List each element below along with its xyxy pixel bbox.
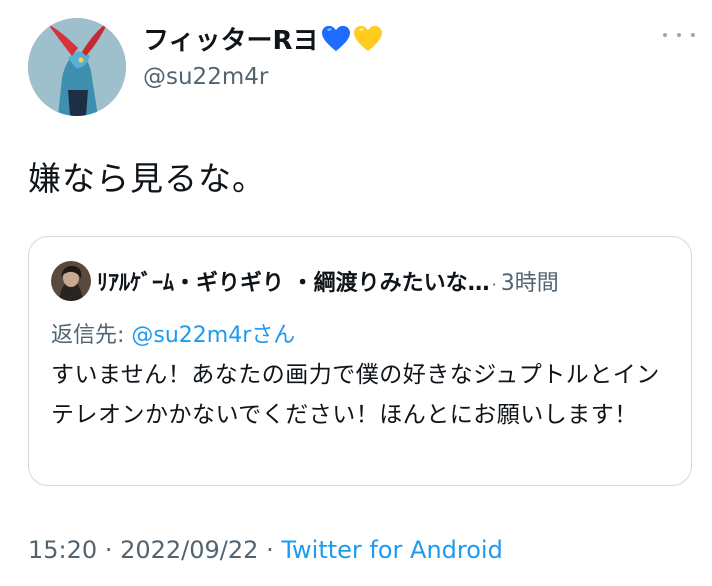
tweet-date[interactable]: 2022/09/22 <box>120 536 258 564</box>
reply-prefix: 返信先: <box>51 323 132 348</box>
quoted-tweet-header: ﾘｱﾙｹﾞｰﾑ・ギりギり ・綱渡りみたいな… · 3時間 <box>97 265 677 297</box>
tweet-source-link[interactable]: Twitter for Android <box>281 536 502 564</box>
yellow-heart-icon <box>353 25 382 51</box>
author-display-name[interactable]: フィッターRヨ <box>143 20 383 57</box>
quoted-tweet-text: すいません！あなたの画力で僕の好きなジュプトルとインテレオンかかないでください！… <box>51 362 660 428</box>
display-name-text: フィッターRヨ <box>143 26 319 56</box>
reply-context: 返信先: @su22m4rさん <box>51 317 295 349</box>
reply-mention-link[interactable]: @su22m4r <box>131 323 251 348</box>
quoted-author-avatar <box>51 261 91 301</box>
quoted-tweet[interactable]: ﾘｱﾙｹﾞｰﾑ・ギりギり ・綱渡りみたいな… · 3時間 返信先: @su22m… <box>28 236 692 486</box>
blue-heart-icon <box>321 25 350 51</box>
more-options-icon[interactable] <box>663 24 695 46</box>
quoted-tweet-time[interactable]: 3時間 <box>501 265 559 297</box>
footer-separator-2: · <box>266 536 274 564</box>
reply-suffix: さん <box>251 323 296 348</box>
quoted-author-name[interactable]: ﾘｱﾙｹﾞｰﾑ・ギりギり ・綱渡りみたいな… <box>97 265 490 297</box>
tweet-timestamp[interactable]: 15:20 <box>28 536 97 564</box>
tweet-text: 嫌なら見るな。 <box>28 159 266 198</box>
header-separator: · <box>491 275 497 294</box>
footer-separator-1: · <box>104 536 113 564</box>
tweet-metadata: 15:20 · 2022/09/22 · Twitter for Android <box>28 536 503 564</box>
author-handle[interactable]: @su22m4r <box>143 64 268 90</box>
author-avatar[interactable] <box>28 18 126 116</box>
